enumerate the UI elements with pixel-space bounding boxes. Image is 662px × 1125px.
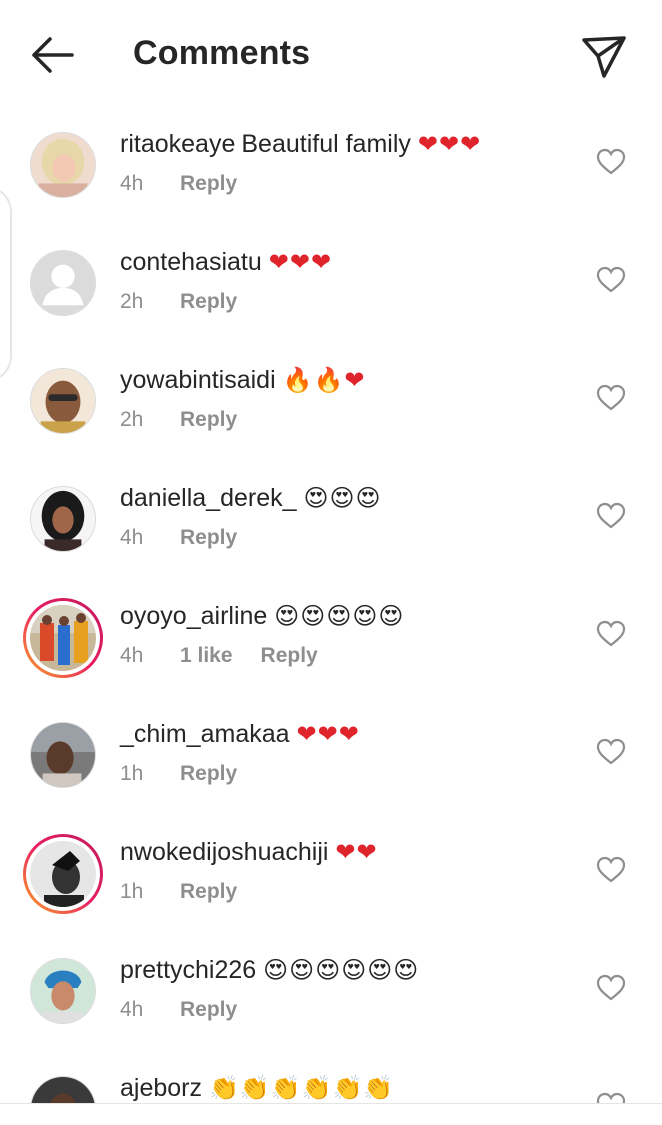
comment-item: nwokedijoshuachiji ❤❤ 1h Reply [0, 816, 662, 934]
reply-button[interactable]: Reply [180, 880, 237, 904]
reply-button[interactable]: Reply [180, 526, 237, 550]
comment-time: 4h [120, 172, 144, 195]
comment-time: 1h [120, 762, 144, 785]
reply-button[interactable]: Reply [180, 762, 237, 786]
heart-icon[interactable] [596, 738, 626, 766]
comment-username[interactable]: prettychi226 [120, 956, 256, 984]
comment-meta: 4h Reply [120, 172, 237, 196]
reply-button[interactable]: Reply [180, 998, 237, 1022]
comment-emoji: ❤❤❤ [417, 130, 482, 158]
comment-meta: 2h Reply [120, 290, 237, 314]
reply-button[interactable]: Reply [261, 644, 318, 668]
comments-screen: Comments ritaokeaye Beautiful family ❤❤❤ … [0, 0, 662, 1125]
heart-icon[interactable] [596, 620, 626, 648]
comment-meta: 2h Reply [120, 408, 237, 432]
avatar[interactable] [30, 132, 96, 198]
comment-item: prettychi226 😍😍😍😍😍😍 4h Reply [0, 934, 662, 1052]
comment-emoji: ❤❤❤ [296, 720, 360, 748]
bottom-bar [0, 1103, 662, 1125]
avatar[interactable] [30, 722, 96, 788]
comment-username[interactable]: _chim_amakaa [120, 720, 290, 748]
comment-username[interactable]: daniella_derek_ [120, 484, 297, 512]
comment-username[interactable]: oyoyo_airline [120, 602, 267, 630]
avatar[interactable] [30, 958, 96, 1024]
avatar-story-ring[interactable] [23, 598, 103, 678]
page-title: Comments [133, 34, 311, 72]
comment-username[interactable]: nwokedijoshuachiji [120, 838, 328, 866]
comment-item: _chim_amakaa ❤❤❤ 1h Reply [0, 698, 662, 816]
comment-username[interactable]: ajeborz [120, 1074, 202, 1102]
comment-time: 2h [120, 408, 144, 431]
comment-item: yowabintisaidi 🔥🔥❤ 2h Reply [0, 344, 662, 462]
comment-text: Beautiful family [241, 130, 411, 158]
comment-emoji: 😍😍😍😍😍😍 [263, 956, 420, 984]
comment-item: contehasiatu ❤❤❤ 2h Reply [0, 226, 662, 344]
comment-meta: 4h Reply [120, 998, 237, 1022]
avatar[interactable] [30, 368, 96, 434]
avatar-story-ring[interactable] [23, 834, 103, 914]
comment-likes-count[interactable]: 1 like [180, 644, 233, 668]
comment-emoji: ❤❤ [335, 838, 378, 866]
avatar[interactable] [30, 250, 96, 316]
comment-time: 2h [120, 290, 144, 313]
comment-item: ritaokeaye Beautiful family ❤❤❤ 4h Reply [0, 108, 662, 226]
comment-username[interactable]: ritaokeaye [120, 130, 235, 158]
comment-list: ritaokeaye Beautiful family ❤❤❤ 4h Reply c… [0, 108, 662, 1103]
avatar[interactable] [30, 1076, 96, 1103]
comment-meta: 1h Reply [120, 880, 237, 904]
comment-meta: 4h Reply [120, 526, 237, 550]
comment-emoji: 🔥🔥❤ [282, 366, 366, 394]
comment-username[interactable]: yowabintisaidi [120, 366, 276, 394]
heart-icon[interactable] [596, 856, 626, 884]
comment-username[interactable]: contehasiatu [120, 248, 262, 276]
reply-button[interactable]: Reply [180, 172, 237, 196]
heart-icon[interactable] [596, 148, 626, 176]
comment-emoji: 😍😍😍 [303, 484, 382, 512]
header: Comments [0, 0, 662, 108]
paper-plane-icon[interactable] [578, 30, 630, 82]
comment-meta: 4h 1 like Reply [120, 644, 318, 668]
reply-button[interactable]: Reply [180, 408, 237, 432]
comment-meta: 1h Reply [120, 762, 237, 786]
comment-emoji: 😍😍😍😍😍 [274, 602, 405, 630]
heart-icon[interactable] [596, 266, 626, 294]
comment-item: oyoyo_airline 😍😍😍😍😍 4h 1 like Reply [0, 580, 662, 698]
comment-time: 4h [120, 998, 144, 1021]
comment-time: 4h [120, 644, 144, 667]
back-arrow-icon[interactable] [26, 32, 78, 78]
comment-time: 1h [120, 880, 144, 903]
heart-icon[interactable] [596, 974, 626, 1002]
reply-button[interactable]: Reply [180, 290, 237, 314]
heart-icon[interactable] [596, 384, 626, 412]
comment-item: daniella_derek_ 😍😍😍 4h Reply [0, 462, 662, 580]
comment-item: ajeborz 👏👏👏👏👏👏 [0, 1052, 662, 1103]
heart-icon[interactable] [596, 502, 626, 530]
heart-icon[interactable] [596, 1092, 626, 1103]
comment-time: 4h [120, 526, 144, 549]
comment-emoji: ❤❤❤ [268, 248, 333, 276]
comment-emoji: 👏👏👏👏👏👏 [208, 1074, 395, 1102]
avatar[interactable] [30, 486, 96, 552]
